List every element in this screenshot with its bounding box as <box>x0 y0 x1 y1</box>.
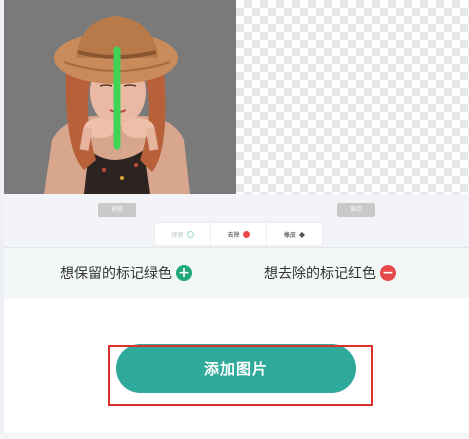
minus-circle-icon: − <box>380 265 396 281</box>
preview-button[interactable]: 预览 <box>98 203 136 217</box>
tool-label-eraser: 橡皮 <box>283 231 296 239</box>
remove-hint-text: 想去除的标记红色 <box>264 266 376 282</box>
portrait-photo <box>4 0 236 194</box>
save-button[interactable]: 保存 <box>337 203 375 217</box>
tool-label-remove: 去除 <box>227 231 240 239</box>
add-image-button[interactable]: 添加图片 <box>116 344 356 393</box>
plus-circle-icon: + <box>176 265 192 281</box>
bottom-edge <box>0 433 469 439</box>
keep-hint: 想保留的标记绿色 + <box>60 263 192 283</box>
hint-bar: 想保留的标记绿色 + 想去除的标记红色 − <box>4 247 469 298</box>
eraser-icon: ◆ <box>298 229 306 239</box>
tool-tab-eraser[interactable]: 橡皮 ◆ <box>267 223 322 245</box>
tool-tab-keep[interactable]: 保留 <box>155 223 211 245</box>
tool-tab-remove[interactable]: 去除 <box>211 223 267 245</box>
remove-hint: 想去除的标记红色 − <box>264 263 396 283</box>
remove-dot-icon <box>242 230 250 238</box>
keep-dot-icon <box>186 230 194 238</box>
keep-hint-text: 想保留的标记绿色 <box>60 266 172 282</box>
tool-label-keep: 保留 <box>171 231 184 239</box>
transparent-preview-panel <box>236 0 469 194</box>
tool-tabs: 保留 去除 橡皮 ◆ <box>155 223 322 245</box>
original-image-panel[interactable] <box>4 0 236 194</box>
image-editor: 预览 保存 保留 去除 橡皮 ◆ <box>4 0 469 247</box>
